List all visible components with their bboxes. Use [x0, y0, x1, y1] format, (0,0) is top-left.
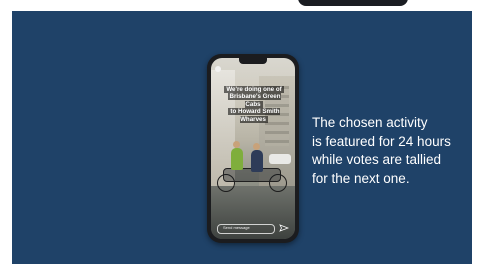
bottom-margin: [0, 264, 477, 271]
photo-passenger: [251, 150, 263, 172]
slide-description: The chosen activity is featured for 24 h…: [312, 114, 462, 188]
photo-rider-head: [233, 141, 240, 148]
story-reply-placeholder: Send message: [223, 225, 250, 230]
slide-description-line: while votes are tallied: [312, 152, 442, 167]
photo-car: [269, 154, 291, 164]
story-caption-line: Brisbane's Green Cabs: [227, 93, 281, 108]
photo-passenger-head: [253, 143, 260, 150]
phone-notch: [239, 58, 267, 64]
slide-description-line: The chosen activity: [312, 115, 428, 130]
story-caption-line: to Howard Smith Wharves: [228, 108, 280, 123]
slide-description-line: is featured for 24 hours: [312, 133, 451, 149]
story-avatar-icon[interactable]: [215, 66, 221, 72]
photo-rider: [231, 148, 243, 170]
story-caption-line: We're doing one of: [224, 86, 284, 93]
phone-mockup: We're doing one of Brisbane's Green Cabs…: [207, 54, 299, 243]
top-device-edge: [298, 0, 408, 6]
phone-screen: We're doing one of Brisbane's Green Cabs…: [211, 58, 295, 239]
slide-description-line: for the next one.: [312, 170, 410, 186]
send-icon[interactable]: [279, 224, 289, 232]
story-caption: We're doing one of Brisbane's Green Cabs…: [221, 86, 287, 123]
